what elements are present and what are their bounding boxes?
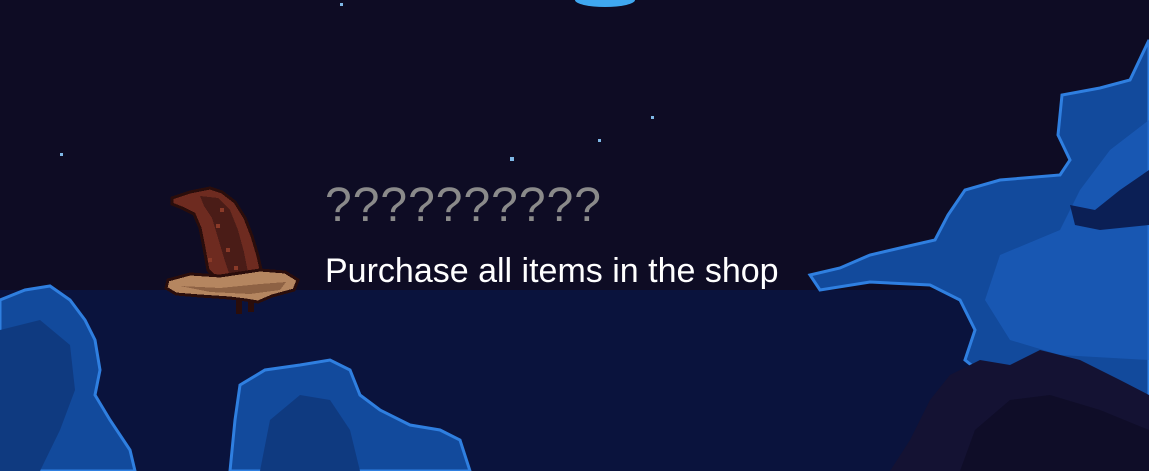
achievement-entry: ?????????? Purchase all items in the sho…: [160, 170, 860, 330]
wizard-hat-icon: [164, 186, 300, 314]
achievement-description: Purchase all items in the shop: [325, 252, 779, 290]
achievement-title: ??????????: [325, 179, 602, 232]
